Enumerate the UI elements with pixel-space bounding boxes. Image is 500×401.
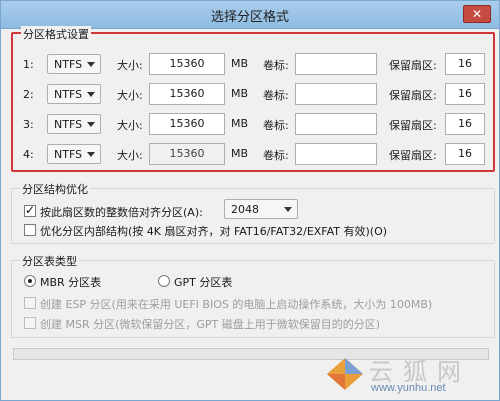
reserved-sectors-input[interactable]: 16	[445, 113, 485, 135]
filesystem-select[interactable]: NTFS	[47, 114, 101, 134]
structure-label: 分区结构优化	[20, 181, 90, 197]
msr-checkbox[interactable]	[24, 317, 36, 329]
size-input[interactable]: 15360	[149, 83, 225, 105]
chevron-down-icon	[87, 92, 95, 97]
close-icon: ✕	[471, 7, 483, 21]
watermark: 云狐网 www.yunhu.net	[325, 352, 493, 396]
chevron-down-icon	[87, 62, 95, 67]
window-title: 选择分区格式	[210, 10, 289, 25]
partition-row: 2: NTFS 大小: 15360 MB 卷标: 保留扇区: 16	[13, 82, 493, 106]
volume-label: 卷标:	[263, 59, 289, 72]
partition-row: 4: NTFS 大小: 15360 MB 卷标: 保留扇区: 16	[13, 142, 493, 166]
size-unit: MB	[231, 57, 249, 70]
internal-structure-checkbox[interactable]	[24, 224, 36, 236]
dialog-window: 选择分区格式 ✕ 分区格式设置 1: NTFS 大小: 15360 MB 卷标: 保留扇区:…	[0, 0, 500, 401]
volume-input[interactable]	[295, 113, 377, 135]
volume-input[interactable]	[295, 83, 377, 105]
partition-row: 3: NTFS 大小: 15360 MB 卷标: 保留扇区: 16	[13, 112, 493, 136]
mbr-radio[interactable]	[24, 275, 36, 287]
gpt-radio[interactable]	[158, 275, 170, 287]
size-unit: MB	[231, 117, 249, 130]
reserved-sectors-label: 保留扇区:	[389, 149, 437, 162]
filesystem-select[interactable]: NTFS	[47, 144, 101, 164]
esp-checkbox[interactable]	[24, 297, 36, 309]
size-label: 大小:	[117, 149, 143, 162]
reserved-sectors-label: 保留扇区:	[389, 59, 437, 72]
volume-input[interactable]	[295, 53, 377, 75]
align-select[interactable]: 2048	[224, 199, 298, 219]
size-unit: MB	[231, 147, 249, 160]
title-bar: 选择分区格式 ✕	[1, 1, 499, 29]
volume-input[interactable]	[295, 143, 377, 165]
chevron-down-icon	[87, 152, 95, 157]
filesystem-select[interactable]: NTFS	[47, 54, 101, 74]
reserved-sectors-input[interactable]: 16	[445, 143, 485, 165]
filesystem-value: NTFS	[54, 148, 83, 161]
filesystem-value: NTFS	[54, 88, 83, 101]
align-label: 按此扇区数的整数倍对齐分区(A):	[40, 206, 203, 219]
filesystem-select[interactable]: NTFS	[47, 84, 101, 104]
size-input[interactable]: 15360	[149, 53, 225, 75]
reserved-sectors-label: 保留扇区:	[389, 119, 437, 132]
size-label: 大小:	[117, 59, 143, 72]
esp-label: 创建 ESP 分区(用来在采用 UEFI BIOS 的电脑上启动操作系统，大小为…	[40, 298, 433, 311]
partition-number: 2:	[23, 88, 34, 101]
table-type-label: 分区表类型	[20, 253, 79, 269]
partition-number: 1:	[23, 58, 34, 71]
filesystem-value: NTFS	[54, 58, 83, 71]
close-button[interactable]: ✕	[463, 5, 491, 23]
size-unit: MB	[231, 87, 249, 100]
volume-label: 卷标:	[263, 89, 289, 102]
reserved-sectors-input[interactable]: 16	[445, 53, 485, 75]
size-label: 大小:	[117, 119, 143, 132]
internal-structure-label: 优化分区内部结构(按 4K 扇区对齐，对 FAT16/FAT32/EXFAT 有…	[40, 225, 388, 238]
filesystem-value: NTFS	[54, 118, 83, 131]
dialog-client: 分区格式设置 1: NTFS 大小: 15360 MB 卷标: 保留扇区: 16 2: NTFS 大…	[5, 26, 495, 397]
mbr-label: MBR 分区表	[40, 276, 102, 289]
partition-format-group: 分区格式设置 1: NTFS 大小: 15360 MB 卷标: 保留扇区: 16 2: NTFS 大…	[11, 26, 495, 172]
structure-group: 分区结构优化 按此扇区数的整数倍对齐分区(A): 2048 优化分区内部结构(按…	[11, 181, 495, 244]
partition-number: 3:	[23, 118, 34, 131]
watermark-url: www.yunhu.net	[371, 382, 446, 394]
size-label: 大小:	[117, 89, 143, 102]
reserved-sectors-input[interactable]: 16	[445, 83, 485, 105]
volume-label: 卷标:	[263, 119, 289, 132]
align-select-value: 2048	[231, 203, 259, 216]
table-type-group: 分区表类型 MBR 分区表 GPT 分区表 创建 ESP 分区(用来在采用 UE…	[11, 253, 495, 338]
partition-format-label: 分区格式设置	[21, 26, 91, 42]
chevron-down-icon	[87, 122, 95, 127]
size-input[interactable]: 15360	[149, 143, 225, 165]
chevron-down-icon	[284, 207, 292, 212]
fox-logo-icon	[327, 358, 363, 390]
size-input[interactable]: 15360	[149, 113, 225, 135]
msr-label: 创建 MSR 分区(微软保留分区，GPT 磁盘上用于微软保留目的的分区)	[40, 318, 381, 331]
partition-number: 4:	[23, 148, 34, 161]
volume-label: 卷标:	[263, 149, 289, 162]
reserved-sectors-label: 保留扇区:	[389, 89, 437, 102]
align-checkbox[interactable]	[24, 203, 36, 217]
gpt-label: GPT 分区表	[174, 276, 233, 289]
partition-row: 1: NTFS 大小: 15360 MB 卷标: 保留扇区: 16	[13, 52, 493, 76]
